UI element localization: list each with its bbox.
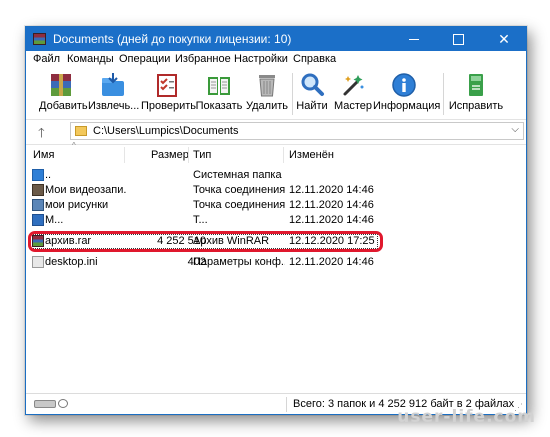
window-title: Documents (дней до покупки лицензии: 10) [53,32,292,46]
test-icon [157,74,177,97]
item-name: М... [45,214,64,226]
toolbar: Добавить Извлечь... Проверить Показать У… [26,69,526,119]
info-label: Информация [373,100,441,112]
chevron-down-icon[interactable]: ⌵ [511,124,519,135]
winrar-app-icon [33,33,46,45]
list-item[interactable]: desktop.ini 402 Параметры конф... 12.11.… [26,255,526,270]
repair-icon [469,74,483,96]
column-type[interactable]: Тип [193,145,211,165]
item-name: мои рисунки [45,199,109,211]
music-folder-icon [32,214,44,226]
ini-file-icon [32,256,44,268]
item-type: Точка соединения [193,199,285,211]
item-type: Параметры конф... [193,256,285,268]
find-button[interactable]: Найти [294,69,330,119]
up-arrow-icon[interactable]: 🡑 [38,124,45,146]
info-button[interactable]: Информация [373,69,441,119]
list-item[interactable]: Мои видеозапи... Точка соединения 12.11.… [26,183,526,198]
list-item[interactable]: М... Т... 12.11.2020 14:46 [26,213,526,228]
toolbar-separator [443,73,444,115]
menu-settings[interactable]: Настройки [234,53,288,65]
extract-icon [102,73,124,96]
add-button[interactable]: Добавить [39,69,88,119]
menu-operations[interactable]: Операции [119,53,170,65]
item-name: Мои видеозапи... [45,184,127,196]
list-item[interactable]: .. Системная папка [26,168,526,183]
column-size[interactable]: Размер [151,145,189,165]
watermark: user-life.com [397,407,536,427]
parent-folder-icon [32,169,44,181]
view-label: Показать [195,100,243,112]
menu-help[interactable]: Справка [293,53,336,65]
magnifier-icon [301,73,324,96]
wizard-label: Мастер [333,100,373,112]
view-button[interactable]: Показать [195,69,243,119]
maximize-button[interactable] [436,27,480,51]
repair-button[interactable]: Исправить [448,69,504,119]
add-label: Добавить [39,100,88,112]
address-bar: 🡑 C:\Users\Lumpics\Documents ⌵ [26,119,526,144]
extract-button[interactable]: Извлечь... [88,69,140,119]
toolbar-separator [292,73,293,115]
column-name[interactable]: Имя [33,145,54,165]
videos-folder-icon [32,184,44,196]
drive-icon[interactable] [34,400,56,408]
menu-commands[interactable]: Команды [67,53,114,65]
info-icon [392,73,416,97]
column-divider[interactable] [283,147,284,163]
column-divider[interactable] [188,147,189,163]
repair-label: Исправить [448,100,504,112]
title-bar[interactable]: Documents (дней до покупки лицензии: 10)… [26,27,526,51]
close-button[interactable]: ✕ [482,27,526,51]
wizard-button[interactable]: Мастер [333,69,373,119]
item-modified: 12.11.2020 14:46 [289,184,374,196]
column-divider[interactable] [124,147,125,163]
test-label: Проверить [141,100,197,112]
item-name: desktop.ini [45,256,98,268]
status-separator [286,397,287,412]
maximize-icon [452,34,464,46]
item-modified: 12.11.2020 14:46 [289,199,374,211]
add-archive-icon [51,74,71,96]
menu-bar: Файл Команды Операции Избранное Настройк… [26,51,526,69]
pictures-folder-icon [32,199,44,211]
minimize-button[interactable] [392,27,436,51]
item-type: Точка соединения [193,184,285,196]
item-name: .. [45,169,52,181]
key-icon [58,399,68,408]
list-item[interactable]: мои рисунки Точка соединения 12.11.2020 … [26,198,526,213]
delete-button[interactable]: Удалить [245,69,289,119]
extract-label: Извлечь... [88,100,140,112]
item-type: Системная папка [193,169,282,181]
winrar-window: Documents (дней до покупки лицензии: 10)… [25,26,527,415]
menu-file[interactable]: Файл [33,53,60,65]
view-book-icon [208,77,230,95]
sort-caret-icon: ^ [72,141,76,150]
address-path: C:\Users\Lumpics\Documents [93,125,239,137]
minimize-icon [409,39,419,41]
item-modified: 12.11.2020 14:46 [289,256,374,268]
wizard-wand-icon [343,75,364,96]
address-field[interactable]: C:\Users\Lumpics\Documents ⌵ [70,122,524,140]
folder-icon [75,126,87,136]
file-list: Имя ^ Размер Тип Изменён .. Системная па… [26,141,526,393]
item-modified: 12.11.2020 14:46 [289,214,374,226]
red-highlight-annotation [28,231,383,252]
test-button[interactable]: Проверить [141,69,197,119]
item-type: Т... [193,214,208,226]
find-label: Найти [296,100,328,112]
menu-favorites[interactable]: Избранное [175,53,231,65]
delete-label: Удалить [246,100,288,112]
trash-icon [259,75,275,97]
column-modified[interactable]: Изменён [289,145,334,165]
